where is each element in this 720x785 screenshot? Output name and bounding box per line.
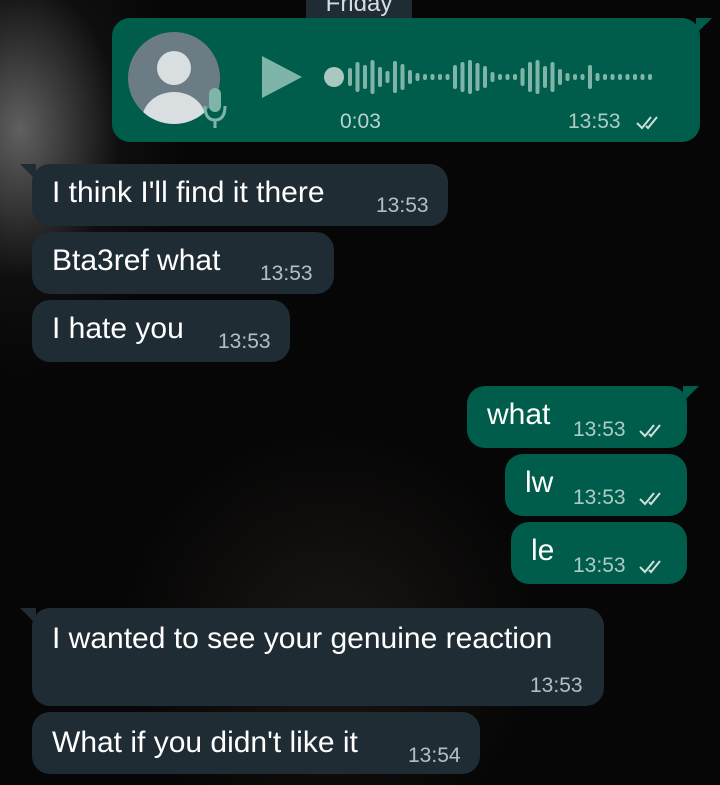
bubble-tail — [20, 164, 36, 180]
waveform-bar — [565, 73, 570, 81]
voice-duration: 0:03 — [340, 110, 381, 133]
outgoing-message[interactable]: what 13:53 — [467, 386, 699, 448]
waveform-bar — [490, 72, 495, 82]
message-time: 13:53 — [260, 262, 313, 285]
waveform-bar — [475, 63, 480, 91]
outgoing-message[interactable]: lw 13:53 — [505, 454, 687, 516]
waveform-bar — [348, 68, 352, 86]
waveform-bar — [573, 74, 577, 80]
incoming-message[interactable]: I think I'll find it there 13:53 — [20, 164, 448, 226]
waveform-bar — [558, 69, 562, 85]
waveform-bar — [520, 68, 525, 86]
waveform-bar — [408, 70, 412, 84]
message-text: lw — [525, 466, 554, 499]
bubble-tail — [20, 608, 36, 624]
microphone-icon — [203, 88, 227, 128]
voice-message-bubble[interactable]: 0:03 13:53 — [112, 18, 712, 142]
message-time: 13:53 — [218, 330, 271, 353]
waveform[interactable] — [324, 54, 664, 100]
bubble-tail — [683, 386, 699, 402]
message-time: 13:53 — [530, 674, 583, 697]
waveform-bar — [535, 60, 540, 94]
message-text: I think I'll find it there — [52, 176, 325, 209]
incoming-message[interactable]: Bta3ref what 13:53 — [32, 232, 334, 294]
message-time: 13:54 — [408, 744, 461, 767]
waveform-bar — [640, 74, 645, 80]
message-text: What if you didn't like it — [52, 726, 358, 759]
waveform-bar — [498, 74, 502, 80]
waveform-bar — [385, 71, 390, 83]
waveform-bar — [588, 65, 592, 89]
waveform-bar — [423, 74, 427, 80]
message-time: 13:53 — [376, 194, 429, 217]
waveform-bar — [363, 65, 367, 89]
waveform-bar — [445, 74, 450, 80]
playback-scrubber[interactable] — [324, 67, 344, 87]
message-text: I hate you — [52, 312, 184, 345]
waveform-bar — [603, 74, 607, 80]
waveform-bar — [625, 74, 630, 80]
waveform-bar — [460, 62, 465, 92]
message-time: 13:53 — [573, 554, 626, 577]
incoming-message[interactable]: I wanted to see your genuine reaction 13… — [20, 608, 604, 706]
message-text: I wanted to see your genuine reaction — [52, 622, 553, 655]
waveform-bar — [378, 67, 382, 87]
message-time: 13:53 — [573, 486, 626, 509]
waveform-bar — [483, 66, 487, 88]
waveform-bar — [595, 73, 600, 81]
message-time: 13:53 — [568, 110, 621, 133]
waveform-bar — [370, 60, 375, 94]
waveform-bar — [355, 62, 360, 92]
read-receipt-icon — [639, 492, 661, 506]
bubble-tail — [696, 18, 712, 34]
waveform-bar — [415, 73, 420, 81]
waveform-bar — [505, 74, 510, 80]
message-text: le — [531, 534, 555, 567]
outgoing-message[interactable]: le 13:53 — [511, 522, 687, 584]
read-receipt-icon — [639, 560, 661, 574]
play-icon[interactable] — [262, 56, 302, 98]
read-receipt-icon — [639, 424, 661, 438]
waveform-bar — [543, 66, 547, 88]
incoming-message[interactable]: What if you didn't like it 13:54 — [32, 712, 480, 774]
waveform-bar — [528, 62, 532, 92]
waveform-bar — [580, 74, 585, 80]
waveform-bar — [453, 65, 457, 89]
message-text: what — [487, 398, 551, 431]
waveform-bar — [618, 74, 622, 80]
waveform-bar — [648, 74, 652, 80]
waveform-bar — [400, 64, 405, 90]
waveform-bar — [513, 74, 517, 80]
waveform-bar — [430, 74, 435, 80]
waveform-bar — [610, 74, 615, 80]
incoming-message[interactable]: I hate you 13:53 — [32, 300, 290, 362]
waveform-bar — [393, 61, 397, 93]
waveform-bar — [550, 62, 555, 92]
waveform-bar — [468, 60, 472, 94]
waveform-bar — [633, 74, 637, 80]
message-text: Bta3ref what — [52, 244, 221, 277]
message-time: 13:53 — [573, 418, 626, 441]
waveform-bar — [438, 74, 442, 80]
read-receipt-icon — [636, 116, 658, 130]
